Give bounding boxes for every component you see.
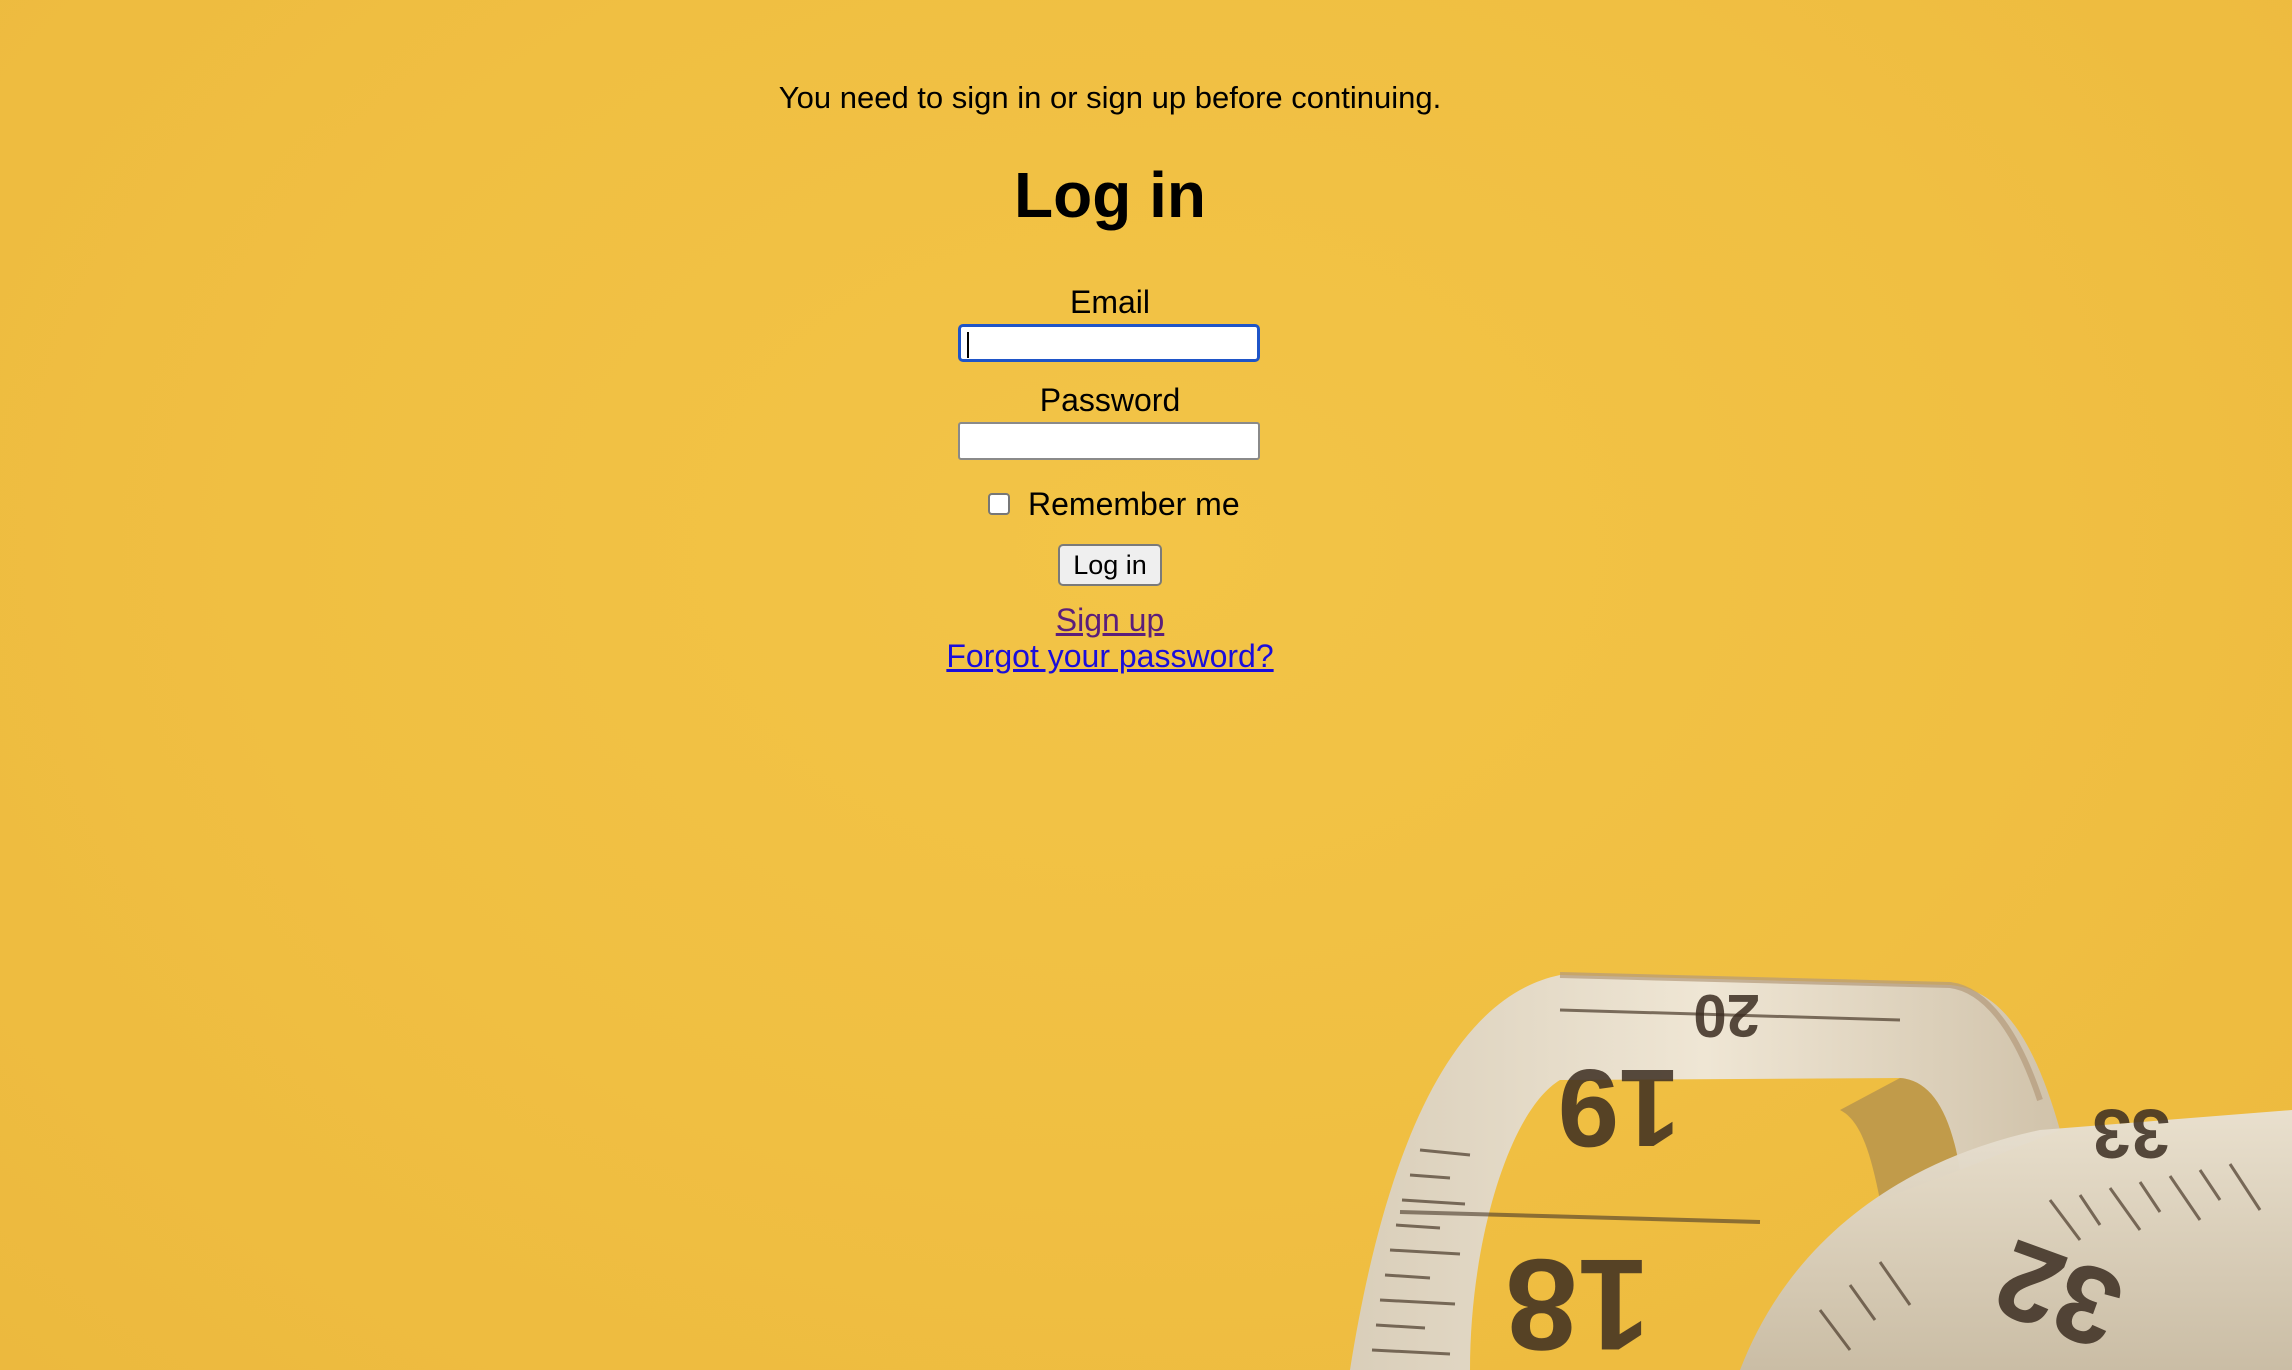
remember-me-label: Remember me xyxy=(1028,485,1240,522)
svg-text:33: 33 xyxy=(2092,1095,2170,1173)
login-button[interactable]: Log in xyxy=(1058,544,1162,586)
password-field[interactable] xyxy=(958,422,1260,460)
remember-me-row[interactable]: Remember me xyxy=(988,484,1240,524)
forgot-password-link-row: Forgot your password? xyxy=(0,638,2220,675)
sign-up-link-row: Sign up xyxy=(0,602,2220,639)
text-caret xyxy=(967,332,969,358)
password-label: Password xyxy=(1039,382,1181,418)
svg-text:18: 18 xyxy=(1505,1232,1650,1370)
svg-text:20: 20 xyxy=(1693,982,1760,1049)
svg-text:19: 19 xyxy=(1558,1046,1680,1169)
notice-message: You need to sign in or sign up before co… xyxy=(778,80,1442,115)
email-label: Email xyxy=(1069,284,1150,320)
remember-me-checkbox[interactable] xyxy=(988,493,1010,515)
email-field[interactable] xyxy=(958,324,1260,362)
sign-up-link[interactable]: Sign up xyxy=(1056,602,1165,638)
forgot-password-link[interactable]: Forgot your password? xyxy=(946,638,1273,674)
page-title: Log in xyxy=(1014,159,1206,231)
